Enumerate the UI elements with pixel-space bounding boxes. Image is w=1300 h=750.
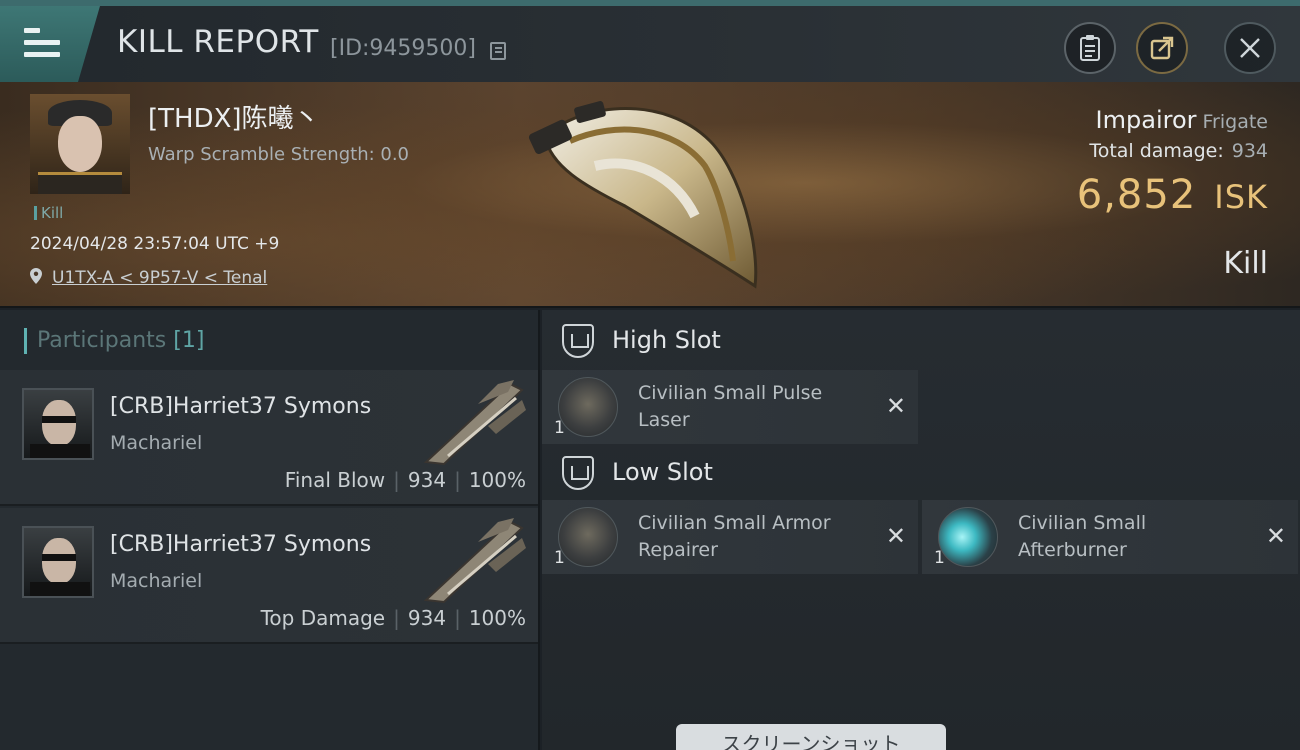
clipboard-icon <box>1080 35 1100 61</box>
kill-type-label: Kill <box>1223 246 1268 281</box>
location-pin-icon <box>30 268 42 284</box>
participant-avatar <box>22 388 94 460</box>
participant-ship-image <box>423 518 526 604</box>
participant-ship: Machariel <box>110 570 203 592</box>
participant-name: [CRB]Harriet37 Symons <box>110 532 372 557</box>
participant-name: [CRB]Harriet37 Symons <box>110 394 372 419</box>
close-icon: ✕ <box>1265 522 1286 550</box>
participant-row[interactable]: [CRB]Harriet37 Symons Machariel Top Dama… <box>0 508 538 644</box>
kill-datetime: 2024/04/28 23:57:04 UTC +9 <box>30 234 280 254</box>
module-quantity: 1 <box>554 548 565 568</box>
warp-scramble-text: Warp Scramble Strength: 0.0 <box>148 144 410 165</box>
participants-header: Participants [1] <box>24 328 204 354</box>
module-item[interactable]: 1 Civilian Small Afterburner ✕ <box>922 500 1298 574</box>
report-id: [ID:9459500] <box>330 36 476 61</box>
participant-stats: Final Blow | 934 | 100% <box>284 468 526 492</box>
victim-banner: [THDX]陈曦丶 Warp Scramble Strength: 0.0 Ki… <box>0 82 1300 308</box>
pulse-laser-icon <box>558 377 618 437</box>
high-slot-icon <box>562 324 594 358</box>
participant-ship: Machariel <box>110 432 203 454</box>
share-button[interactable] <box>1136 22 1188 74</box>
fitting-panel: High Slot 1 Civilian Small Pulse Laser ✕ … <box>542 310 1300 750</box>
afterburner-icon <box>938 507 998 567</box>
share-icon <box>1150 36 1174 60</box>
hamburger-icon <box>24 28 60 64</box>
participant-stats: Top Damage | 934 | 100% <box>260 606 526 630</box>
location-link[interactable]: U1TX-A < 9P57-V < Tenal <box>52 268 267 288</box>
module-item[interactable]: 1 Civilian Small Armor Repairer ✕ <box>542 500 918 574</box>
close-icon: ✕ <box>885 392 906 420</box>
module-quantity: 1 <box>554 418 565 438</box>
header-bar: KILL REPORT [ID:9459500] <box>0 0 1300 82</box>
participant-ship-image <box>423 380 526 466</box>
high-slot-title: High Slot <box>612 326 721 354</box>
copy-icon[interactable] <box>490 42 506 60</box>
total-damage: Total damage: 934 <box>1089 140 1268 162</box>
victim-ship-name[interactable]: Impairor Frigate <box>1096 106 1268 134</box>
screenshot-button[interactable]: スクリーンショット <box>676 724 946 750</box>
module-name: Civilian Small Pulse Laser <box>638 382 823 431</box>
low-slot-title: Low Slot <box>612 458 713 486</box>
module-quantity: 1 <box>934 548 945 568</box>
menu-button[interactable] <box>0 6 100 82</box>
kill-tag: Kill <box>34 206 63 221</box>
victim-name[interactable]: [THDX]陈曦丶 <box>148 98 320 135</box>
isk-value: 6,852 ISK <box>1076 172 1268 218</box>
close-button[interactable] <box>1224 22 1276 74</box>
armor-repairer-icon <box>558 507 618 567</box>
module-name: Civilian Small Afterburner <box>1018 512 1147 561</box>
victim-avatar[interactable] <box>30 94 130 194</box>
page-title: KILL REPORT <box>117 24 319 60</box>
module-item[interactable]: 1 Civilian Small Pulse Laser ✕ <box>542 370 918 444</box>
module-name: Civilian Small Armor Repairer <box>638 512 831 561</box>
close-icon <box>1240 38 1260 58</box>
participant-avatar <box>22 526 94 598</box>
participant-row[interactable]: [CRB]Harriet37 Symons Machariel Final Bl… <box>0 370 538 506</box>
clipboard-button[interactable] <box>1064 22 1116 74</box>
participants-panel: Participants [1] [CRB]Harriet37 Symons M… <box>0 310 540 750</box>
close-icon: ✕ <box>885 522 906 550</box>
low-slot-icon <box>562 456 594 490</box>
victim-ship-image <box>528 101 758 289</box>
